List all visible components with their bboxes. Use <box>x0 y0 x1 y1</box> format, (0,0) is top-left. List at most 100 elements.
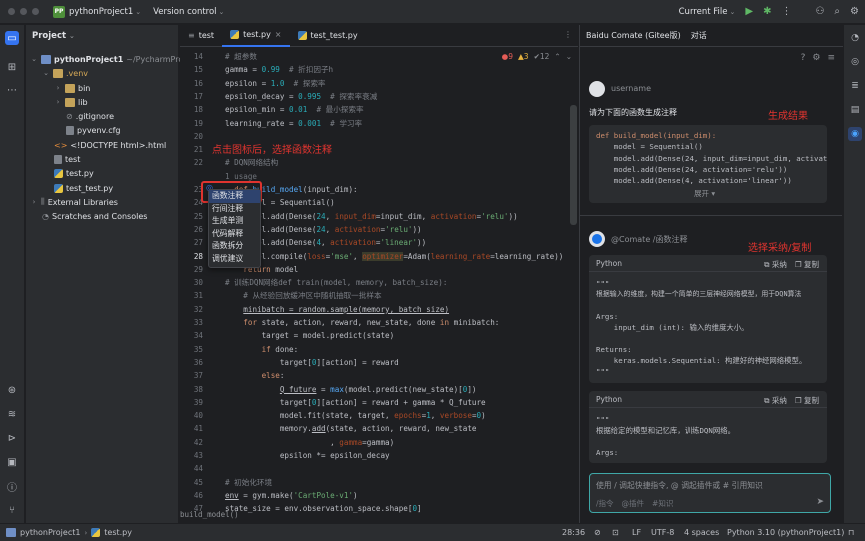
tree-item-test-test-py[interactable]: test_test.py <box>54 181 113 195</box>
python-interpreter[interactable]: Python 3.10 (pythonProject1) <box>727 528 844 537</box>
hint-plugin[interactable]: @插件 <box>622 498 645 509</box>
problems-icon[interactable]: ⓘ <box>5 479 19 494</box>
search-icon[interactable]: ⌕ <box>834 7 840 17</box>
notifications-icon[interactable]: ◔ <box>848 31 862 45</box>
tab-chat[interactable]: 对话 <box>691 30 707 41</box>
comate-tool-icon[interactable]: ◉ <box>848 127 862 141</box>
ai-assistant-icon[interactable]: ◎ <box>848 55 862 69</box>
block-actions: ⧉ 采纳 ❐ 复制 <box>764 259 819 270</box>
status-breadcrumb[interactable]: pythonProject1 › test.py <box>6 528 132 537</box>
line-number: 35 <box>193 344 203 354</box>
indent-setting[interactable]: 4 spaces <box>684 528 719 537</box>
cursor-position[interactable]: 28:36 <box>562 528 585 537</box>
readonly-icon[interactable]: ⊡ <box>612 528 619 537</box>
window-controls[interactable] <box>8 8 39 15</box>
tree-label: bin <box>78 83 91 93</box>
help-icon[interactable]: ? <box>801 53 806 63</box>
more-tools-icon[interactable]: ⋯ <box>5 83 19 97</box>
menu-item-generate-unit-test[interactable]: 生成单测 <box>209 215 260 228</box>
chevron-down-icon[interactable]: ⌄ <box>566 52 572 61</box>
python-file-icon <box>54 183 63 193</box>
tree-item-lib[interactable]: › lib <box>54 95 88 109</box>
comate-title[interactable]: Baidu Comate (Gitee版) <box>586 30 681 41</box>
chevron-right-icon: › <box>84 528 88 537</box>
adopt-button[interactable]: ⧉ 采纳 <box>764 395 787 406</box>
lock-icon[interactable]: ⊓ <box>848 528 854 537</box>
line-number: 33 <box>193 318 203 327</box>
tree-label: pyvenv.cfg <box>77 125 121 135</box>
tree-item-html[interactable]: <> <!DOCTYPE html>.html <box>54 138 166 152</box>
line-number: 21 <box>193 145 203 155</box>
copy-button[interactable]: ❐ 复制 <box>795 259 819 270</box>
tab-test[interactable]: ≡ test <box>180 25 222 47</box>
editor-scrollbar[interactable] <box>570 105 577 225</box>
hint-command[interactable]: /指令 <box>596 498 614 509</box>
menu-item-explain-code[interactable]: 代码解释 <box>209 228 260 241</box>
project-panel-header[interactable]: Project ⌄ <box>26 25 178 47</box>
html-file-icon: <> <box>54 140 68 150</box>
tree-item-pyvenv[interactable]: pyvenv.cfg <box>66 123 121 137</box>
chevron-down-icon: ⌄ <box>135 7 142 16</box>
send-icon[interactable]: ➤ <box>816 497 824 507</box>
adopt-button[interactable]: ⧉ 采纳 <box>764 259 787 270</box>
line-number: 22 <box>193 158 203 168</box>
chat-input[interactable]: 使用 / 调起快捷指令, @ 调起插件或 # 引用知识 /指令 @插件 #知识 … <box>589 473 831 513</box>
tree-item-bin[interactable]: › bin <box>54 81 90 95</box>
version-control-menu[interactable]: Version control ⌄ <box>153 7 224 17</box>
tree-item-external-libraries[interactable]: › ⫼ External Libraries <box>30 195 118 209</box>
line-separator[interactable]: LF <box>632 528 641 537</box>
line-number: 32 <box>193 304 203 314</box>
tree-item-scratches[interactable]: ◔ Scratches and Consoles <box>42 209 147 223</box>
tree-item-test-py[interactable]: test.py <box>54 166 94 180</box>
add-user-icon[interactable]: ⚇ <box>815 7 824 17</box>
minimize-window-button[interactable] <box>20 8 27 15</box>
breadcrumb[interactable]: build_model() <box>180 510 239 522</box>
copy-button[interactable]: ❐ 复制 <box>795 395 819 406</box>
structure-icon[interactable]: ⊞ <box>5 60 19 74</box>
run-console-icon[interactable]: ⊳ <box>5 431 19 445</box>
settings-icon[interactable]: ⚙ <box>812 53 820 63</box>
menu-item-optimize[interactable]: 调优建议 <box>209 253 260 266</box>
close-icon[interactable]: × <box>275 30 282 39</box>
sciview-icon[interactable]: ▤ <box>848 103 862 117</box>
hint-knowledge[interactable]: #知识 <box>652 498 673 509</box>
expand-button[interactable]: 展开 ▾ <box>694 188 715 199</box>
line-number: 18 <box>193 105 203 115</box>
tree-item-gitignore[interactable]: ⊘ .gitignore <box>66 109 114 123</box>
tree-item-project-root[interactable]: ⌄ pythonProject1 ~/PycharmProje <box>30 52 190 66</box>
close-window-button[interactable] <box>8 8 15 15</box>
run-config-selector[interactable]: Current File ⌄ <box>679 7 736 17</box>
settings-icon[interactable]: ⚙ <box>850 7 859 17</box>
menu-icon[interactable]: ≡ <box>827 53 835 63</box>
code-line: epsilon_decay = 0.995 # 探索率衰减 <box>225 91 378 101</box>
line-number: 19 <box>193 118 203 128</box>
line-number: 39 <box>193 397 203 407</box>
tree-item-test[interactable]: test <box>54 152 80 166</box>
menu-item-function-comment[interactable]: 函数注释 <box>209 190 260 203</box>
terminal-icon[interactable]: ▣ <box>5 455 19 469</box>
run-icon[interactable]: ▶ <box>745 7 753 17</box>
menu-item-split-function[interactable]: 函数拆分 <box>209 240 260 253</box>
tabs-more-icon[interactable]: ⋮ <box>564 30 572 39</box>
file-encoding[interactable]: UTF-8 <box>651 528 674 537</box>
layers-icon[interactable]: ≋ <box>5 407 19 421</box>
project-folder-icon[interactable]: ▭ <box>5 31 19 45</box>
reply-code-block-1: Python ⧉ 采纳 ❐ 复制 """ 根据输入的维度，构建一个简单的三层神经… <box>589 255 827 383</box>
file-icon <box>54 154 62 164</box>
tab-test-py[interactable]: test.py × <box>222 25 290 47</box>
tab-test-test-py[interactable]: test_test.py <box>290 25 366 47</box>
menu-item-inline-comment[interactable]: 行间注释 <box>209 203 260 216</box>
debug-icon[interactable]: ✱ <box>763 7 771 17</box>
status-bar: pythonProject1 › test.py 28:36 ⊘ ⊡ LF UTF-… <box>0 523 865 541</box>
tree-item-venv[interactable]: ⌄ .venv <box>42 66 88 80</box>
python-packages-icon[interactable]: ⊛ <box>5 383 19 397</box>
database-icon[interactable]: ≣ <box>848 79 862 93</box>
maximize-window-button[interactable] <box>32 8 39 15</box>
git-icon[interactable]: ⑂ <box>5 503 19 517</box>
more-icon[interactable]: ⋮ <box>781 7 791 17</box>
ai-status-icon[interactable]: ⊘ <box>594 528 601 537</box>
project-switcher[interactable]: pythonProject1 ⌄ <box>69 7 141 17</box>
inspection-widget[interactable]: ●9 ▲3 ✔12 ⌃ ⌄ <box>502 52 572 61</box>
chevron-up-icon[interactable]: ⌃ <box>554 52 560 61</box>
weak-warning-count: ✔12 <box>533 52 550 61</box>
